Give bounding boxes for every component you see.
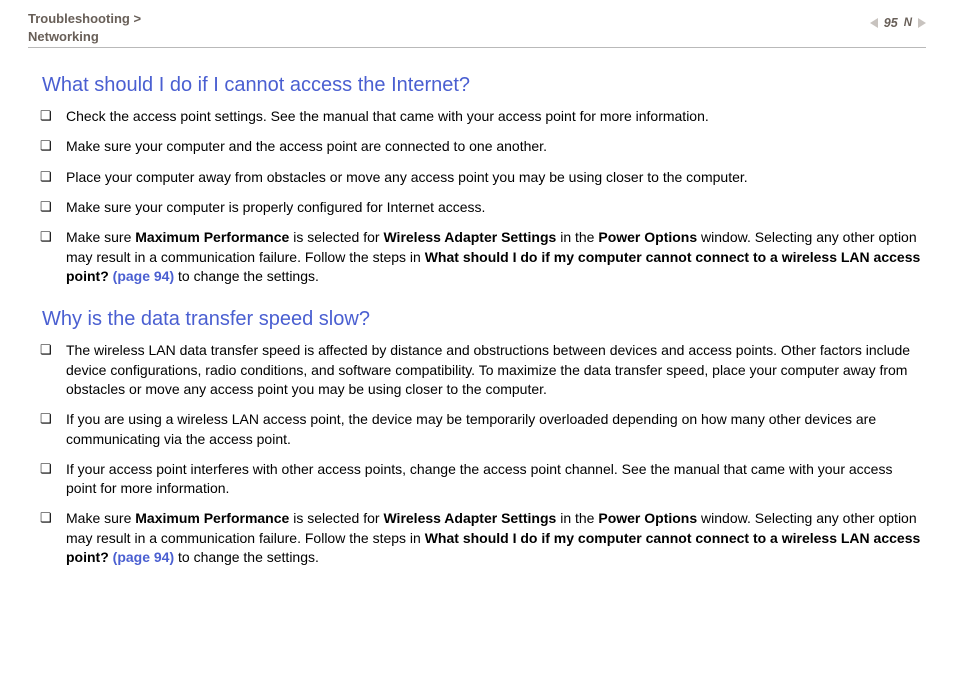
breadcrumb-section: Troubleshooting (28, 11, 130, 26)
breadcrumb-subsection: Networking (28, 29, 99, 44)
list-item: If your access point interferes with oth… (38, 460, 926, 499)
next-page-icon[interactable] (918, 18, 926, 28)
list-item: Make sure your computer is properly conf… (38, 198, 926, 217)
text: If your access point interferes with oth… (66, 461, 892, 496)
text: in the (556, 229, 598, 245)
page-number: 95 (884, 16, 898, 30)
text: to change the settings. (174, 549, 319, 565)
list-item: The wireless LAN data transfer speed is … (38, 341, 926, 399)
question-heading: Why is the data transfer speed slow? (42, 308, 926, 331)
bold-text: Maximum Performance (135, 510, 289, 526)
text: Place your computer away from obstacles … (66, 169, 748, 185)
text: Make sure your computer and the access p… (66, 138, 547, 154)
text: If you are using a wireless LAN access p… (66, 411, 876, 446)
breadcrumb-separator: > (133, 11, 141, 26)
text: Make sure your computer is properly conf… (66, 199, 485, 215)
text: Make sure (66, 510, 135, 526)
text: is selected for (289, 229, 383, 245)
page-nav: 95 N (870, 10, 926, 30)
list-item: If you are using a wireless LAN access p… (38, 410, 926, 449)
bullet-list: Check the access point settings. See the… (38, 107, 926, 286)
document-page: Troubleshooting > Networking 95 N What s… (0, 0, 954, 674)
page-header: Troubleshooting > Networking 95 N (28, 10, 926, 48)
page-link[interactable]: (page 94) (113, 549, 174, 565)
text: to change the settings. (174, 268, 319, 284)
list-item: Check the access point settings. See the… (38, 107, 926, 126)
bold-text: Wireless Adapter Settings (383, 229, 556, 245)
bold-text: Power Options (598, 510, 697, 526)
question-heading: What should I do if I cannot access the … (42, 74, 926, 97)
list-item: Make sure your computer and the access p… (38, 137, 926, 156)
bold-text: Maximum Performance (135, 229, 289, 245)
list-item: Place your computer away from obstacles … (38, 168, 926, 187)
text: Check the access point settings. See the… (66, 108, 709, 124)
breadcrumb: Troubleshooting > Networking (28, 10, 141, 45)
list-item: Make sure Maximum Performance is selecte… (38, 509, 926, 567)
text: is selected for (289, 510, 383, 526)
text: in the (556, 510, 598, 526)
page-content: What should I do if I cannot access the … (28, 74, 926, 567)
bold-text: Wireless Adapter Settings (383, 510, 556, 526)
list-item: Make sure Maximum Performance is selecte… (38, 228, 926, 286)
bold-text: Power Options (598, 229, 697, 245)
text: Make sure (66, 229, 135, 245)
bullet-list: The wireless LAN data transfer speed is … (38, 341, 926, 567)
n-label: N (904, 17, 912, 29)
text: The wireless LAN data transfer speed is … (66, 342, 910, 397)
prev-page-icon[interactable] (870, 18, 878, 28)
page-link[interactable]: (page 94) (113, 268, 174, 284)
